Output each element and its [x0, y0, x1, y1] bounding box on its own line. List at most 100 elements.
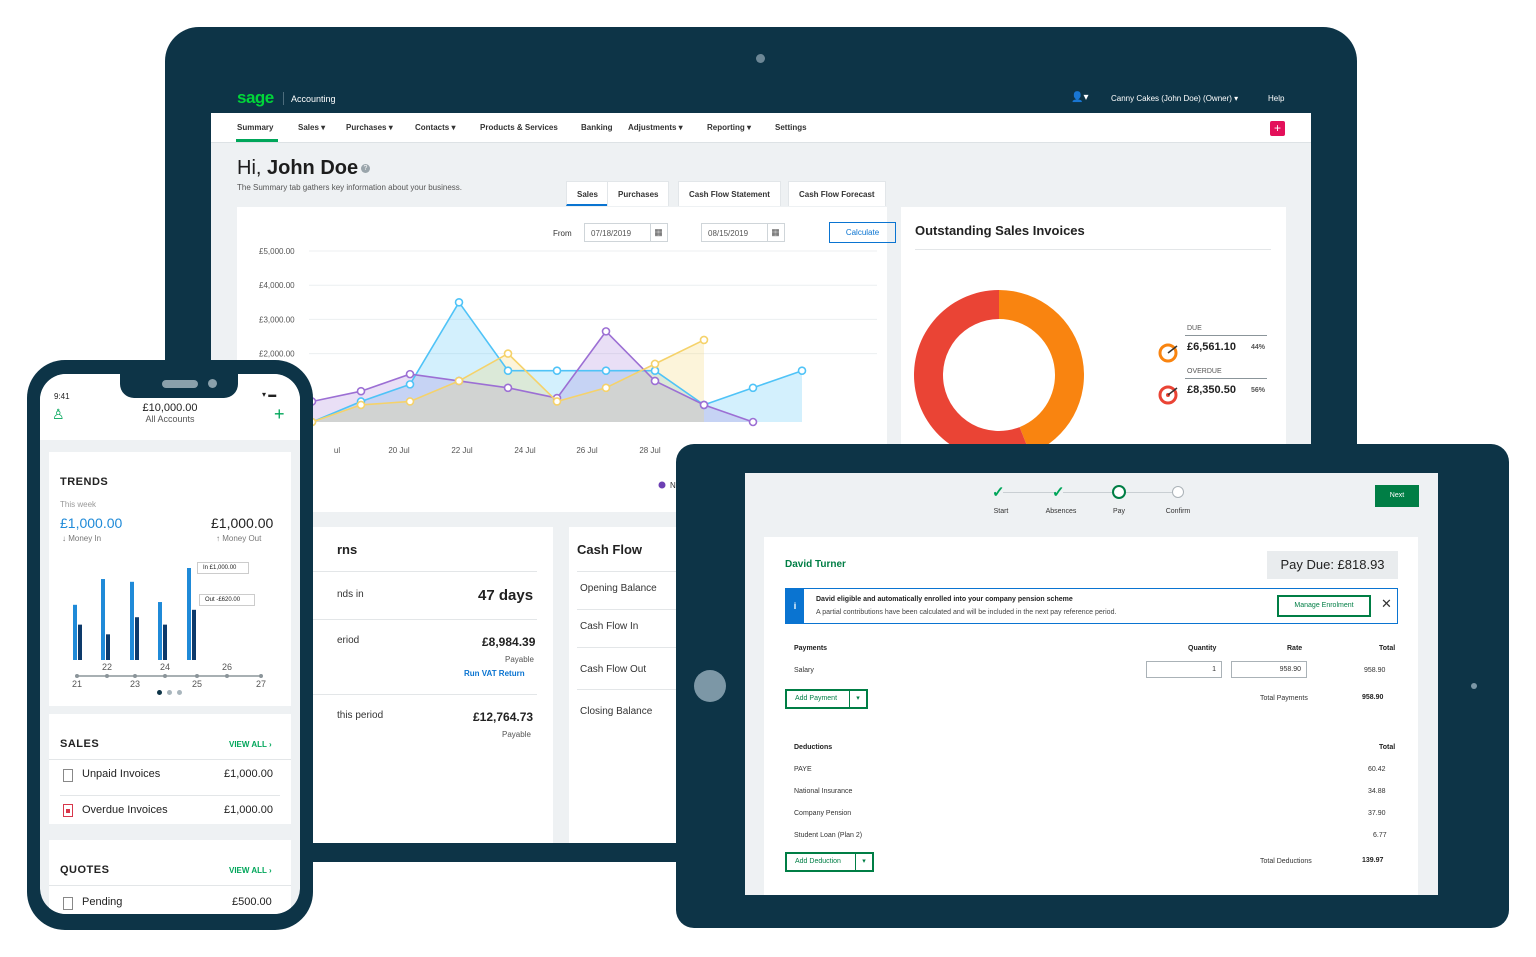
page-dot[interactable]: [177, 690, 182, 695]
page-title: Hi, John Doe: [237, 157, 359, 179]
x-tick-label: ul: [334, 446, 340, 455]
nav-adjustments[interactable]: Adjustments ▾: [628, 123, 683, 132]
nav-sales[interactable]: Sales ▾: [298, 123, 325, 132]
divider: [60, 795, 280, 796]
page-dot-active[interactable]: [157, 690, 162, 695]
nav-purchases[interactable]: Purchases ▾: [346, 123, 393, 132]
opening-balance-label: Opening Balance: [580, 583, 657, 594]
nav-summary[interactable]: Summary: [237, 123, 273, 132]
main-nav: Summary Sales ▾ Purchases ▾ Contacts ▾ P…: [211, 113, 1311, 143]
nav-reporting[interactable]: Reporting ▾: [707, 123, 751, 132]
returns-row-label: eriod: [337, 635, 360, 646]
close-icon[interactable]: ✕: [1381, 596, 1392, 612]
data-point: [601, 327, 611, 336]
nav-products-services[interactable]: Products & Services: [480, 123, 558, 132]
nav-active-indicator: [236, 139, 278, 142]
tablet-device: ✓ ✓ Start Absences Pay Confirm Next Davi…: [676, 444, 1509, 928]
sage-logo[interactable]: sage: [237, 88, 274, 108]
payments-header: Payments: [794, 645, 828, 652]
salary-rate-input[interactable]: 958.90: [1231, 661, 1307, 678]
quotes-title: QUOTES: [60, 864, 110, 876]
data-point: [405, 397, 415, 406]
add-icon[interactable]: +: [274, 404, 285, 425]
add-deduction-button[interactable]: Add Deduction ▾: [785, 852, 874, 872]
deduction-name: PAYE: [794, 766, 812, 773]
unpaid-invoices-value: £1,000.00: [224, 768, 273, 780]
nav-settings[interactable]: Settings: [775, 123, 807, 132]
add-payment-button[interactable]: Add Payment ▾: [785, 689, 868, 709]
returns-row-label: this period: [337, 710, 384, 721]
tab-cash-flow-statement[interactable]: Cash Flow Statement: [678, 181, 781, 206]
payslip-card: David Turner Pay Due: £818.93 i David el…: [764, 537, 1418, 895]
divider: [49, 885, 291, 886]
divider: [1185, 378, 1267, 379]
axis-tick: [105, 674, 109, 678]
sales-view-all-link[interactable]: VIEW ALL ›: [229, 740, 272, 749]
page-dot[interactable]: [167, 690, 172, 695]
data-point: [748, 383, 758, 393]
overdue-percent: 56%: [1251, 387, 1266, 394]
stepper-line: [1003, 492, 1055, 493]
tab-cash-flow-forecast[interactable]: Cash Flow Forecast: [788, 181, 886, 206]
deduction-value: 34.88: [1368, 788, 1386, 795]
list-item[interactable]: Unpaid Invoices £1,000.00: [60, 766, 291, 796]
tablet-screen: ✓ ✓ Start Absences Pay Confirm Next Davi…: [745, 473, 1438, 895]
bar-money-out: [192, 609, 196, 660]
quotes-card: QUOTES VIEW ALL › Pending £500.00: [49, 840, 291, 914]
deduction-value: 6.77: [1373, 832, 1387, 839]
salary-label: Salary: [794, 667, 814, 674]
chevron-down-icon[interactable]: ▾: [855, 854, 872, 870]
salary-quantity-input[interactable]: 1: [1146, 661, 1222, 678]
step-absences-label[interactable]: Absences: [1031, 508, 1091, 515]
chevron-down-icon[interactable]: ▾: [849, 691, 866, 707]
money-in-value: £1,000.00: [60, 515, 123, 531]
tab-purchases[interactable]: Purchases: [607, 181, 670, 206]
returns-payable-value: £8,984.39: [482, 635, 536, 649]
cash-flow-out-label: Cash Flow Out: [580, 664, 647, 675]
rate-header: Rate: [1287, 645, 1303, 652]
step-pay-label[interactable]: Pay: [1089, 508, 1149, 515]
outstanding-title: Outstanding Sales Invoices: [915, 223, 1085, 238]
deductions-total-header: Total: [1379, 744, 1396, 751]
help-icon[interactable]: ?: [361, 164, 370, 173]
step-complete-icon: ✓: [992, 484, 1005, 501]
data-point: [405, 380, 415, 389]
account-selector[interactable]: All Accounts: [40, 414, 300, 424]
data-point: [503, 383, 513, 393]
bar-money-in: [187, 568, 191, 660]
step-start-label[interactable]: Start: [971, 508, 1031, 515]
list-item[interactable]: Pending £500.00: [60, 894, 291, 914]
account-balance[interactable]: £10,000.00: [40, 402, 300, 414]
deduction-name: National Insurance: [794, 788, 853, 795]
page-subtitle: The Summary tab gathers key information …: [237, 183, 462, 192]
total-header: Total: [1379, 645, 1396, 652]
data-point: [748, 417, 758, 427]
list-item[interactable]: Overdue Invoices £1,000.00: [60, 802, 291, 824]
help-link[interactable]: Help: [1268, 94, 1284, 103]
axis-tick: [163, 674, 167, 678]
tab-sales[interactable]: Sales: [566, 181, 609, 206]
next-button[interactable]: Next: [1375, 485, 1419, 507]
stepper-line: [1123, 492, 1175, 493]
due-percent: 44%: [1251, 344, 1266, 351]
divider: [915, 249, 1271, 250]
step-confirm-label[interactable]: Confirm: [1148, 508, 1208, 515]
quick-create-button[interactable]: +: [1270, 121, 1285, 136]
salary-total: 958.90: [1364, 667, 1386, 674]
run-vat-return-link[interactable]: Run VAT Return: [464, 669, 525, 678]
data-point: [699, 335, 709, 345]
total-deductions-label: Total Deductions: [1260, 858, 1312, 865]
axis-tick: [225, 674, 229, 678]
document-icon: [63, 769, 73, 782]
quotes-view-all-link[interactable]: VIEW ALL ›: [229, 866, 272, 875]
trends-title: TRENDS: [60, 476, 109, 488]
bar-money-in: [73, 604, 77, 660]
top-brand-bar: sage Accounting 👤▾ Canny Cakes (John Doe…: [211, 83, 1311, 113]
user-icon[interactable]: 👤▾: [1071, 92, 1088, 103]
user-menu[interactable]: Canny Cakes (John Doe) (Owner) ▾: [1111, 94, 1238, 103]
app-name: Accounting: [291, 94, 336, 104]
trends-period: This week: [60, 500, 97, 509]
nav-banking[interactable]: Banking: [581, 123, 613, 132]
nav-contacts[interactable]: Contacts ▾: [415, 123, 455, 132]
manage-enrolment-button[interactable]: Manage Enrolment: [1277, 595, 1371, 617]
